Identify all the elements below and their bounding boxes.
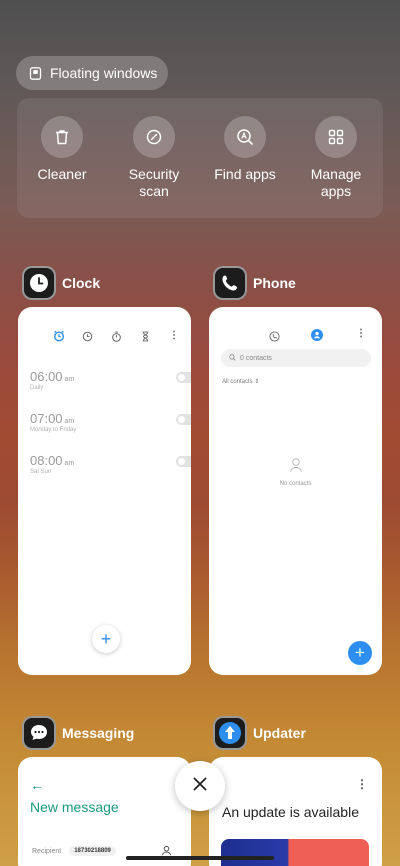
messaging-recent-card[interactable]: ← New message Recipient 18730218809	[18, 757, 191, 866]
manage-apps-button[interactable]: Manage apps	[291, 116, 381, 200]
contacts-tab-icon[interactable]	[311, 328, 323, 346]
floating-windows-button[interactable]: Floating windows	[16, 56, 168, 90]
trash-icon	[41, 116, 83, 158]
find-apps-icon	[224, 116, 266, 158]
alarm-item[interactable]: 08:00 am Sat Sun	[30, 453, 191, 475]
phone-recent-card[interactable]: ⋮ 0 contacts All contacts ⇕ No contacts …	[209, 307, 382, 675]
phone-app-name: Phone	[253, 275, 296, 291]
phone-icon	[213, 266, 247, 300]
alarm-repeat: Monday to Friday	[30, 427, 77, 433]
timer-tab-icon[interactable]	[138, 329, 152, 343]
no-contacts-text: No contacts	[279, 481, 312, 487]
recents-tab-icon[interactable]	[269, 329, 280, 347]
cleaner-label: Cleaner	[37, 166, 87, 182]
clock-tabs: ⋮	[52, 329, 181, 343]
phone-app-header[interactable]: Phone	[213, 266, 296, 300]
search-icon	[229, 353, 236, 363]
alarm-repeat: Sat Sun	[30, 469, 52, 475]
alarm-time: 08:00 am	[30, 453, 75, 468]
more-options-icon[interactable]: ⋮	[167, 329, 181, 343]
update-banner-image	[221, 839, 369, 866]
find-apps-label: Find apps	[214, 166, 276, 182]
update-available-title: An update is available	[222, 804, 359, 820]
alarm-toggle[interactable]	[176, 372, 191, 383]
more-options-icon[interactable]: ⋮	[356, 777, 368, 791]
stopwatch-tab-icon[interactable]	[110, 329, 124, 343]
clock-app-name: Clock	[62, 275, 101, 291]
empty-contacts-state: No contacts	[209, 457, 382, 487]
security-scan-icon	[133, 116, 175, 158]
recipient-chip[interactable]: 18730218809	[69, 846, 116, 856]
recipient-row[interactable]: Recipient 18730218809	[32, 846, 116, 856]
manage-apps-label: Manage apps	[310, 166, 362, 199]
alarm-time: 07:00 am	[30, 411, 75, 426]
contacts-search-placeholder: 0 contacts	[240, 354, 272, 362]
alarm-time: 06:00 am	[30, 369, 75, 384]
contacts-search-input[interactable]: 0 contacts	[221, 349, 371, 367]
security-scan-button[interactable]: Security scan	[109, 116, 199, 200]
find-apps-button[interactable]: Find apps	[200, 116, 290, 183]
new-message-title: New message	[30, 799, 119, 815]
updater-icon	[213, 716, 247, 750]
security-scan-label: Security scan	[128, 166, 180, 199]
alarm-toggle[interactable]	[176, 414, 191, 425]
floating-windows-label: Floating windows	[50, 65, 158, 81]
plus-icon: +	[355, 643, 365, 662]
alarm-item[interactable]: 06:00 am Daily	[30, 369, 191, 391]
messaging-app-name: Messaging	[62, 725, 135, 741]
grid-icon	[315, 116, 357, 158]
close-icon	[192, 776, 208, 797]
clock-icon	[22, 266, 56, 300]
messaging-app-header[interactable]: Messaging	[22, 716, 134, 750]
alarm-item[interactable]: 07:00 am Monday to Friday	[30, 411, 191, 433]
floating-window-icon	[28, 66, 42, 80]
quick-tools-panel: Cleaner Security scan Find apps Manage a…	[17, 98, 383, 218]
contacts-filter-dropdown[interactable]: All contacts ⇕	[222, 378, 259, 385]
world-clock-tab-icon[interactable]	[81, 329, 95, 343]
alarm-repeat: Daily	[30, 385, 44, 391]
home-indicator[interactable]	[126, 856, 274, 860]
more-options-icon[interactable]: ⋮	[356, 328, 366, 339]
plus-icon: +	[100, 628, 112, 649]
updater-recent-card[interactable]: ⋮ An update is available	[209, 757, 382, 866]
alarm-tab-icon[interactable]	[52, 329, 66, 343]
recipient-label: Recipient	[32, 847, 62, 855]
back-arrow-icon[interactable]: ←	[30, 777, 44, 793]
chevron-updown-icon: ⇕	[254, 379, 260, 385]
clock-recent-card[interactable]: ⋮ 06:00 am Daily 07:00 am Monday to Friday…	[18, 307, 191, 675]
cleaner-button[interactable]: Cleaner	[17, 116, 107, 183]
add-alarm-button[interactable]: +	[92, 625, 120, 653]
messaging-icon	[22, 716, 56, 750]
updater-app-name: Updater	[253, 725, 306, 741]
clock-app-header[interactable]: Clock	[22, 266, 100, 300]
alarm-toggle[interactable]	[176, 456, 191, 467]
updater-app-header[interactable]: Updater	[213, 716, 306, 750]
clear-all-button[interactable]	[175, 761, 225, 811]
person-icon	[288, 457, 304, 478]
add-contact-button[interactable]: +	[348, 641, 372, 665]
